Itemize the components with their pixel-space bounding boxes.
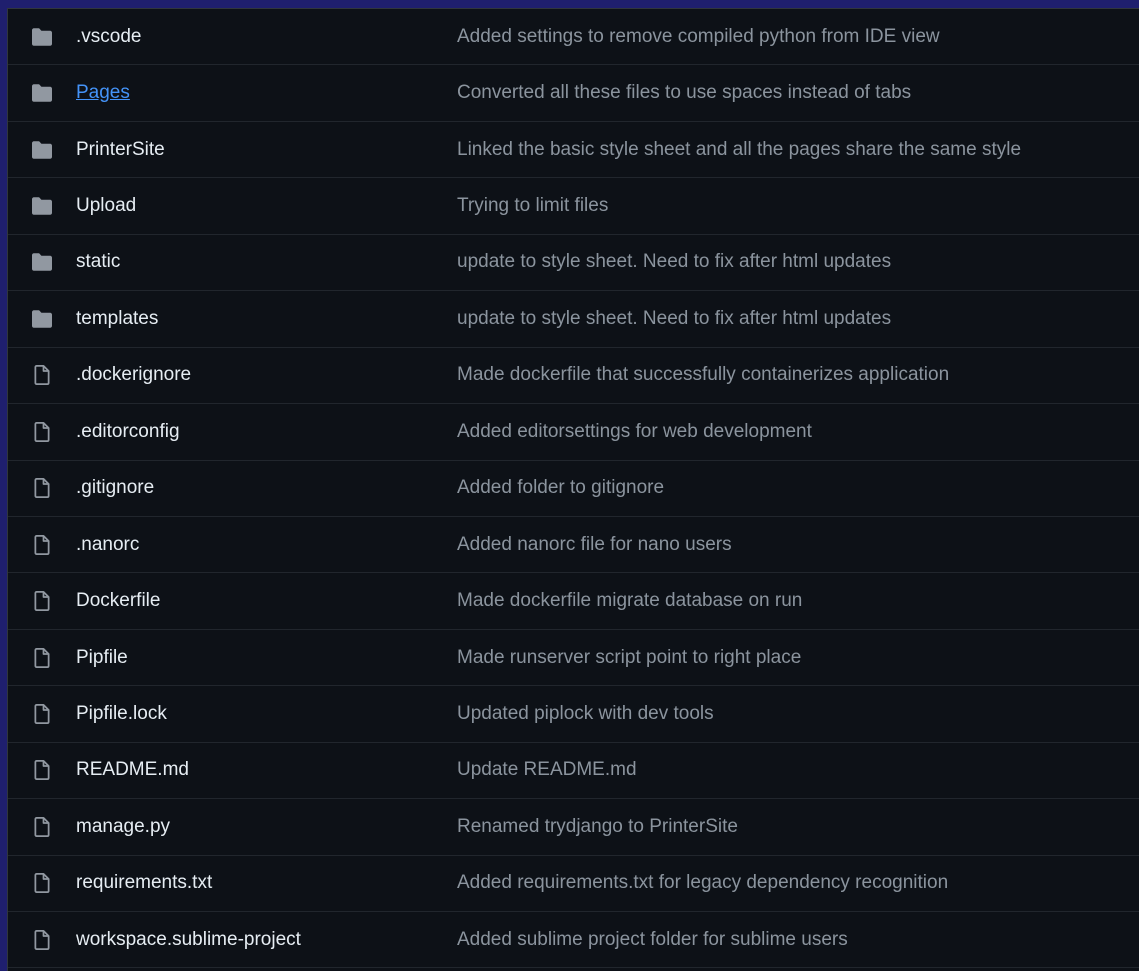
file-name-link[interactable]: PrinterSite [76,139,165,161]
file-row-static[interactable]: static update to style sheet. Need to fi… [8,235,1139,292]
file-icon [31,365,53,386]
file-name-link[interactable]: README.md [76,759,189,781]
folder-icon [31,83,53,103]
file-name-link[interactable]: Pages [76,82,130,104]
commit-message-link[interactable]: Update README.md [457,759,637,781]
file-row-nanorc[interactable]: .nanorc Added nanorc file for nano users [8,517,1139,574]
commit-message-link[interactable]: Linked the basic style sheet and all the… [457,139,1021,161]
file-row-vscode[interactable]: .vscode Added settings to remove compile… [8,9,1139,66]
commit-message-link[interactable]: update to style sheet. Need to fix after… [457,251,891,273]
file-name-link[interactable]: .gitignore [76,477,154,499]
file-name-link[interactable]: Upload [76,195,136,217]
file-row-readme-md[interactable]: README.md Update README.md [8,743,1139,800]
file-row-dockerfile[interactable]: Dockerfile Made dockerfile migrate datab… [8,573,1139,630]
file-icon [31,591,53,612]
folder-icon [31,27,53,47]
file-rows: .vscode Added settings to remove compile… [8,9,1139,969]
file-row-pipfile[interactable]: Pipfile Made runserver script point to r… [8,630,1139,687]
file-row-manage-py[interactable]: manage.py Renamed trydjango to PrinterSi… [8,799,1139,856]
commit-message-link[interactable]: Added sublime project folder for sublime… [457,929,848,951]
commit-message-link[interactable]: Renamed trydjango to PrinterSite [457,816,738,838]
file-name-link[interactable]: Pipfile [76,647,128,669]
file-list: .vscode Added settings to remove compile… [7,8,1139,971]
file-name-link[interactable]: manage.py [76,816,170,838]
folder-icon [31,140,53,160]
folder-icon [31,309,53,329]
commit-message-link[interactable]: Made runserver script point to right pla… [457,647,801,669]
file-name-link[interactable]: Pipfile.lock [76,703,167,725]
file-row-upload[interactable]: Upload Trying to limit files [8,178,1139,235]
folder-icon [31,252,53,272]
commit-message-link[interactable]: Updated piplock with dev tools [457,703,714,725]
file-icon [31,760,53,781]
commit-message-link[interactable]: update to style sheet. Need to fix after… [457,308,891,330]
file-row-gitignore[interactable]: .gitignore Added folder to gitignore [8,461,1139,517]
file-icon [31,873,53,894]
file-icon [31,703,53,724]
commit-message-link[interactable]: Added folder to gitignore [457,477,664,499]
folder-icon [31,196,53,216]
file-row-pipfile-lock[interactable]: Pipfile.lock Updated piplock with dev to… [8,686,1139,743]
file-name-link[interactable]: Dockerfile [76,590,160,612]
commit-message-link[interactable]: Added settings to remove compiled python… [457,26,940,48]
commit-message-link[interactable]: Trying to limit files [457,195,608,217]
file-row-printersite[interactable]: PrinterSite Linked the basic style sheet… [8,122,1139,179]
file-icon [31,421,53,442]
file-row-pages[interactable]: Pages Converted all these files to use s… [8,65,1139,122]
file-icon [31,478,53,499]
commit-message-link[interactable]: Converted all these files to use spaces … [457,82,911,104]
file-name-link[interactable]: .dockerignore [76,364,191,386]
file-icon [31,816,53,837]
file-name-link[interactable]: static [76,251,120,273]
file-row-editorconfig[interactable]: .editorconfig Added editorsettings for w… [8,404,1139,461]
file-icon [31,929,53,950]
file-name-link[interactable]: requirements.txt [76,872,212,894]
file-icon [31,647,53,668]
file-row-templates[interactable]: templates update to style sheet. Need to… [8,291,1139,348]
commit-message-link[interactable]: Added editorsettings for web development [457,421,812,443]
commit-message-link[interactable]: Made dockerfile that successfully contai… [457,364,949,386]
commit-message-link[interactable]: Added requirements.txt for legacy depend… [457,872,948,894]
file-name-link[interactable]: templates [76,308,158,330]
file-name-link[interactable]: workspace.sublime-project [76,929,301,951]
file-row-workspace-sublime-project[interactable]: workspace.sublime-project Added sublime … [8,912,1139,969]
file-row-dockerignore[interactable]: .dockerignore Made dockerfile that succe… [8,348,1139,405]
file-name-link[interactable]: .editorconfig [76,421,180,443]
file-name-link[interactable]: .vscode [76,26,141,48]
file-name-link[interactable]: .nanorc [76,534,139,556]
file-icon [31,534,53,555]
file-row-requirements-txt[interactable]: requirements.txt Added requirements.txt … [8,856,1139,912]
commit-message-link[interactable]: Added nanorc file for nano users [457,534,732,556]
commit-message-link[interactable]: Made dockerfile migrate database on run [457,590,802,612]
